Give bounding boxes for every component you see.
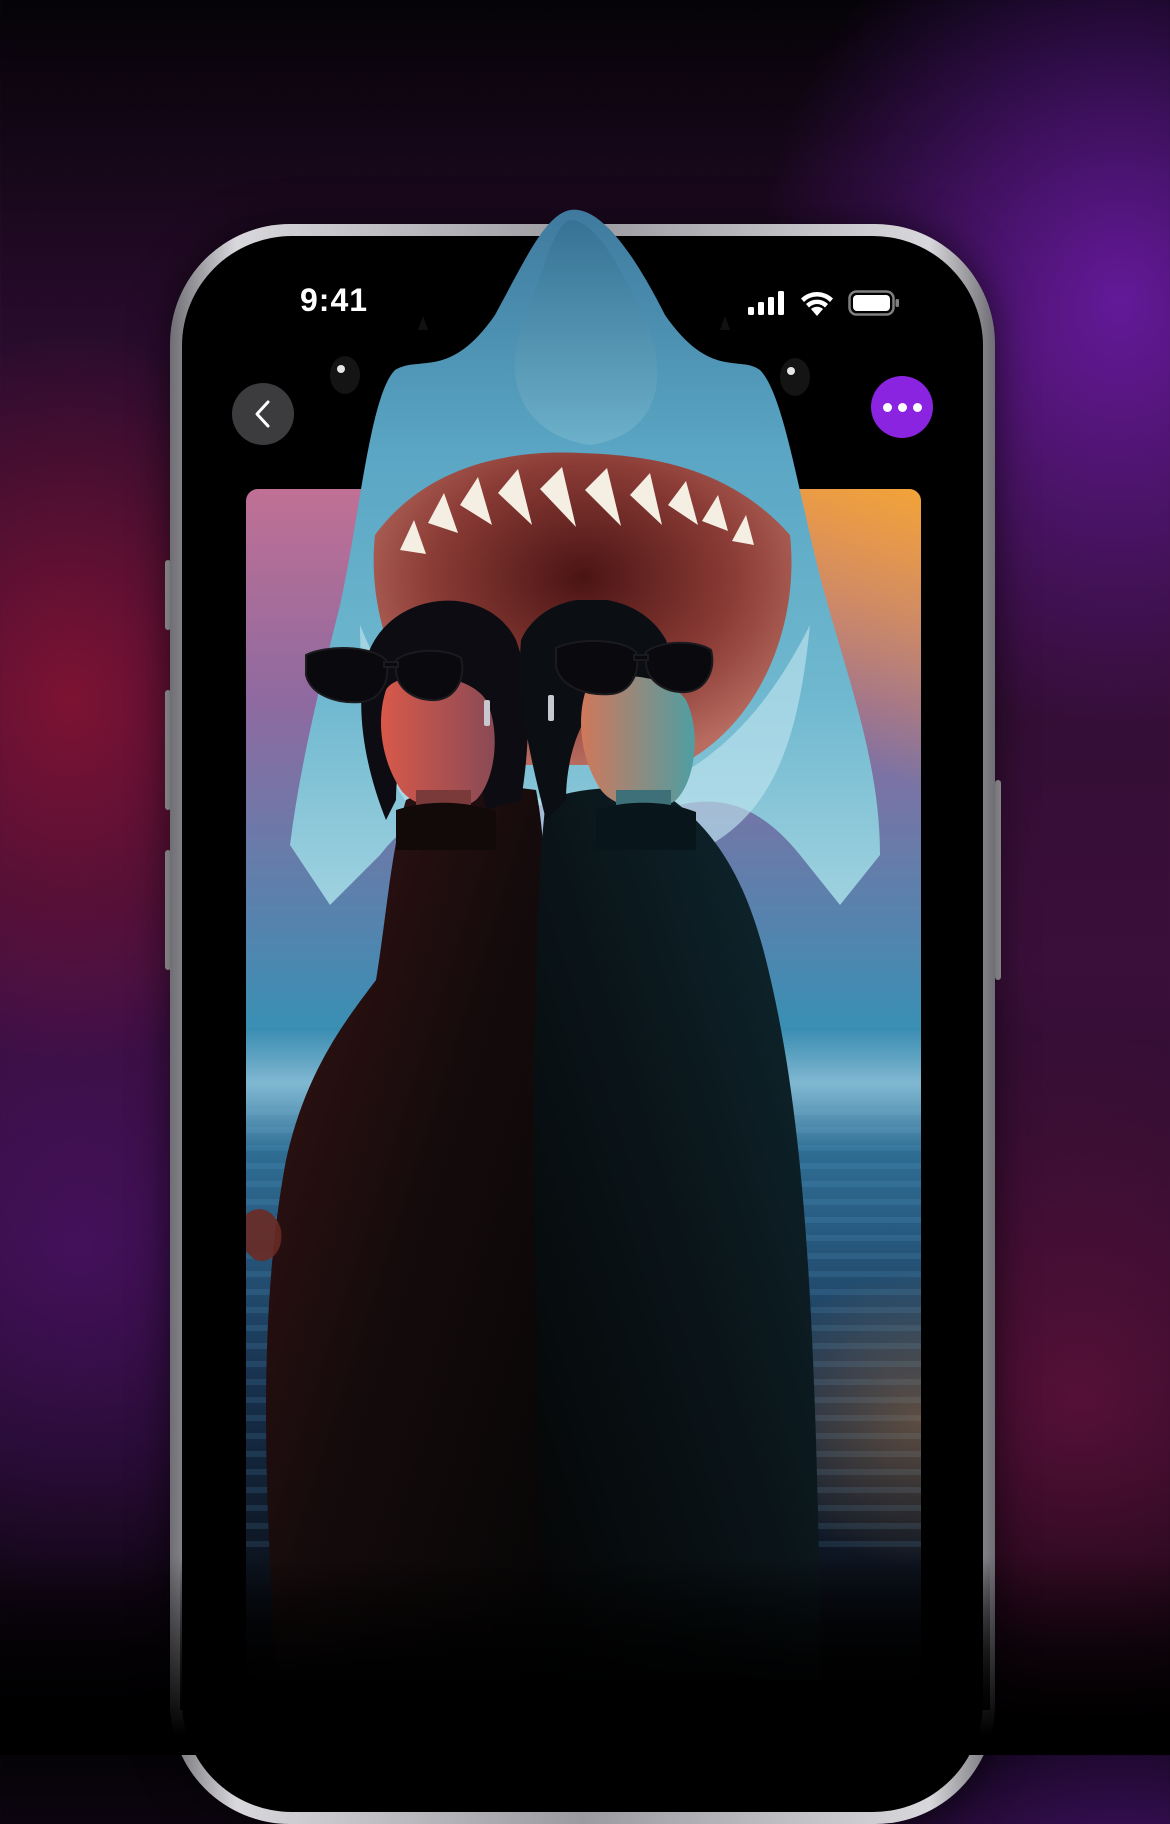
more-options-button[interactable] (871, 376, 933, 438)
status-time: 9:41 (300, 282, 369, 318)
battery-icon (848, 290, 899, 316)
phone-power-button (995, 780, 1001, 980)
wifi-icon (801, 292, 833, 316)
back-button[interactable] (232, 383, 294, 445)
chevron-left-icon (255, 400, 270, 428)
twin-women-illustration (246, 600, 821, 1680)
page-bottom-fade (0, 1555, 1170, 1755)
status-icons (748, 290, 900, 316)
signal-icon (748, 291, 784, 315)
more-dots-icon (882, 402, 922, 412)
